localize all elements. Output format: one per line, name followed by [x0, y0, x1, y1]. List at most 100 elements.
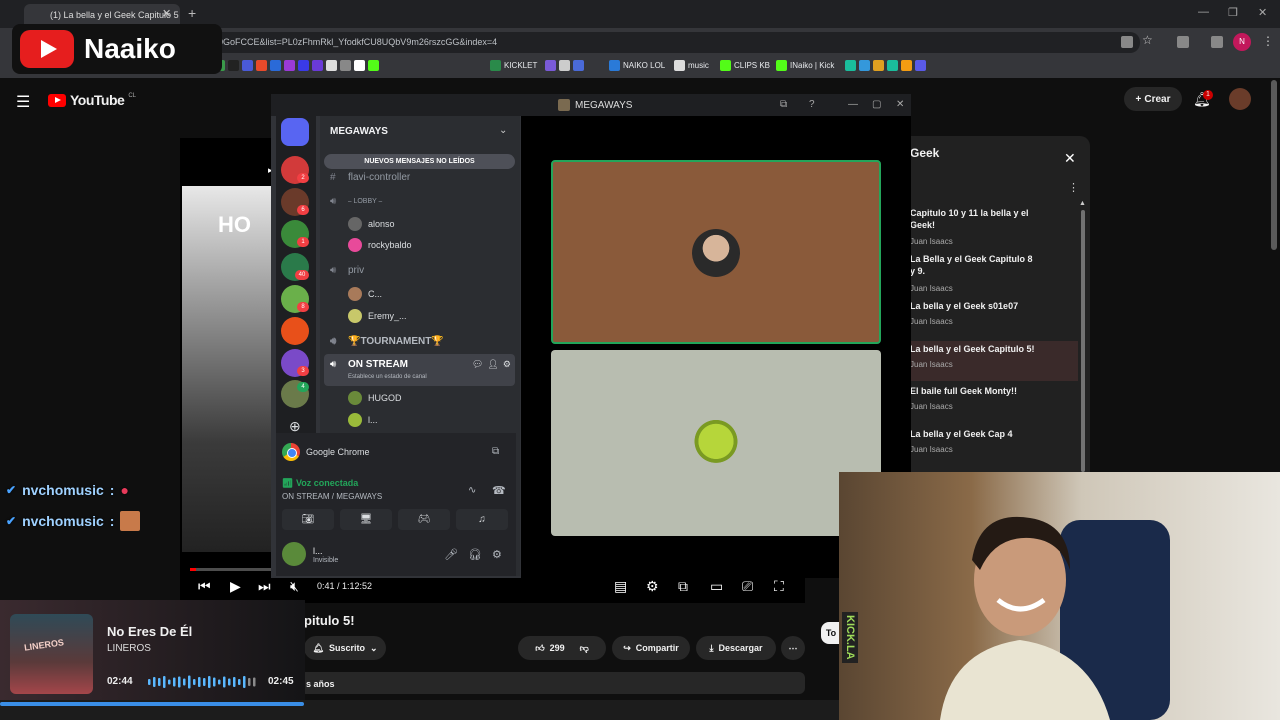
playlist-item-title[interactable]: La bella y el Geek Cap 4 — [910, 428, 1040, 440]
bookmark-clips-kb[interactable]: CLIPS KB — [720, 60, 770, 71]
activity-button[interactable]: 🎮︎ — [398, 509, 450, 530]
channel-priv[interactable]: 🔊︎ priv — [330, 265, 364, 276]
disconnect-icon[interactable]: ☎ — [492, 484, 506, 497]
reading-list-icon[interactable] — [1211, 36, 1223, 48]
logo-text: Naaiko — [84, 33, 176, 64]
chat-message: ✔ nvchomusic: — [6, 511, 141, 531]
minimize-icon[interactable]: — — [1198, 6, 1209, 18]
extensions-icon[interactable] — [1177, 36, 1189, 48]
maximize-icon[interactable]: ❐ — [1228, 6, 1238, 19]
download-button[interactable]: ⤓ Descargar — [696, 636, 776, 660]
bookmark-music[interactable]: music — [674, 60, 709, 71]
bookmark-kicklet[interactable]: KICKLET — [490, 60, 537, 71]
subtitles-icon[interactable]: ▤ — [614, 578, 627, 595]
bookmark-star-icon[interactable]: ☆ — [1142, 33, 1154, 47]
speaker-icon: 🔊︎ — [330, 336, 337, 347]
audio-waveform — [148, 675, 256, 689]
channel-lobby[interactable]: 🔊︎ ⎯ LOBBY ⎯ — [330, 196, 382, 207]
voice-member[interactable]: Eremy_... — [348, 309, 407, 323]
more-actions-button[interactable]: ⋯ — [781, 636, 805, 660]
voice-status[interactable]: 📶︎ Voz conectada — [282, 478, 358, 489]
unread-badge: 40 — [295, 270, 309, 280]
voice-member[interactable]: rockybaldo — [348, 238, 412, 252]
url-field[interactable]: 0GoFCCE&list=PL0zFhmRkl_YfodkfCU8UQbV9m2… — [210, 32, 1140, 53]
signal-icon: 📶︎ — [282, 478, 296, 488]
share-button[interactable]: ↪ Compartir — [612, 636, 690, 660]
playlist-item-title[interactable]: La bella y el Geek Capitulo 5! — [910, 343, 1040, 355]
youtube-logo[interactable]: YouTube CL — [48, 92, 136, 108]
bookmark-inaiko-kick[interactable]: INaiko | Kick — [776, 60, 834, 71]
playlist-item-title[interactable]: La bella y el Geek s01e07 — [910, 300, 1040, 312]
streaming-app[interactable]: Google Chrome — [282, 443, 370, 461]
playlist-item-title[interactable]: Capitulo 10 y 11 la bella y el Geek! — [910, 207, 1040, 231]
minimize-icon[interactable]: — — [848, 99, 858, 110]
screen-share-icon[interactable]: ⧉ — [780, 99, 787, 110]
playlist-item-title[interactable]: La Bella y el Geek Capitulo 8 y 9. — [910, 253, 1040, 277]
more-vert-icon[interactable]: ⋮ — [1068, 181, 1079, 194]
bookmark-naiko-lol[interactable]: NAIKO LOL — [609, 60, 665, 71]
waveform-bar — [243, 676, 246, 688]
voice-member[interactable]: HUGOD — [348, 391, 402, 405]
waveform-bar — [238, 679, 241, 685]
close-icon[interactable]: ✕ — [1064, 150, 1076, 167]
close-window-icon[interactable]: ✕ — [1258, 6, 1267, 19]
avatar[interactable] — [1229, 88, 1251, 110]
help-icon[interactable]: ? — [809, 99, 815, 110]
playlist-scrollbar[interactable] — [1081, 210, 1085, 472]
mute-icon[interactable]: 🔇︎ — [290, 578, 299, 595]
channel-actions[interactable]: 💬︎ 👤︎ ⚙ — [472, 359, 511, 370]
discord-home-icon[interactable] — [281, 118, 309, 146]
scroll-up-icon[interactable]: ▲ — [1079, 200, 1086, 207]
like-button[interactable]: 👍︎ 299 👎︎ — [518, 636, 606, 660]
subscribed-button[interactable]: 🔔︎ Suscrito ⌄ — [304, 636, 386, 660]
noise-suppression-icon[interactable]: ∿ — [468, 485, 476, 496]
server-icon[interactable] — [281, 317, 309, 345]
play-icon[interactable]: ▶ — [230, 578, 241, 595]
bookmark-misc-icons[interactable] — [545, 60, 584, 71]
emote-icon — [120, 511, 141, 531]
channel-tournament[interactable]: 🔊︎ 🏆TOURNAMENT🏆 — [330, 336, 444, 347]
chrome-icon — [282, 443, 300, 461]
gear-icon: ⚙ — [502, 359, 511, 369]
chevron-down-icon[interactable]: ⌄ — [499, 125, 507, 136]
headphones-icon[interactable]: 🎧︎ — [468, 548, 482, 561]
fullscreen-icon[interactable]: ⛶ — [774, 578, 784, 595]
new-tab-icon[interactable]: + — [188, 5, 196, 21]
channel-status-hint[interactable]: Establece un estado de canal — [348, 374, 427, 380]
bookmark-extra-icons[interactable] — [845, 60, 926, 71]
chip-partial[interactable]: To — [821, 622, 841, 644]
server-name[interactable]: MEGAWAYS — [330, 126, 388, 137]
cast-icon[interactable] — [1121, 36, 1133, 48]
stream-settings-icon[interactable]: ⧉ — [492, 446, 499, 457]
voice-member[interactable]: alonso — [348, 217, 395, 231]
camera-off-button[interactable]: 📷︎ — [282, 509, 334, 530]
channel-flavi-controller[interactable]: # flavi-controller — [330, 172, 410, 183]
create-button[interactable]: + Crear — [1124, 87, 1182, 111]
gear-icon[interactable]: ⚙ — [646, 578, 659, 595]
playlist-item-title[interactable]: El baile full Geek Monty!! — [910, 385, 1040, 397]
gear-icon[interactable]: ⚙ — [492, 548, 502, 561]
profile-avatar[interactable]: N — [1233, 33, 1251, 51]
screen-share-button[interactable]: 🖥︎ — [340, 509, 392, 530]
maximize-icon[interactable]: ▢ — [872, 99, 881, 110]
menu-icon[interactable]: ☰ — [16, 92, 30, 112]
close-icon[interactable]: ✕ — [896, 99, 904, 110]
description-box[interactable] — [300, 672, 805, 694]
waveform-bar — [153, 677, 156, 687]
new-messages-banner[interactable]: NUEVOS MENSAJES NO LEÍDOS — [324, 154, 515, 169]
voice-member[interactable]: C... — [348, 287, 382, 301]
cast-tv-icon[interactable]: ⎚ — [742, 578, 753, 595]
next-icon[interactable]: ⏭ — [258, 578, 271, 595]
browser-menu-icon[interactable]: ⋮ — [1262, 34, 1274, 48]
previous-icon[interactable]: ⏮ — [198, 578, 211, 595]
miniplayer-icon[interactable]: ⧉ — [678, 578, 688, 595]
theater-icon[interactable]: ▭ — [710, 578, 723, 595]
soundboard-button[interactable]: ♫ — [456, 509, 508, 530]
bookmark-icon-row[interactable] — [214, 60, 379, 71]
microphone-icon[interactable]: 🎤︎ — [444, 548, 458, 561]
avatar[interactable] — [282, 542, 306, 566]
waveform-bar — [198, 677, 201, 687]
page-scrollbar[interactable] — [1271, 80, 1277, 250]
voice-member[interactable]: l... — [348, 413, 378, 427]
tab-close-icon[interactable]: ✕ — [162, 7, 171, 20]
